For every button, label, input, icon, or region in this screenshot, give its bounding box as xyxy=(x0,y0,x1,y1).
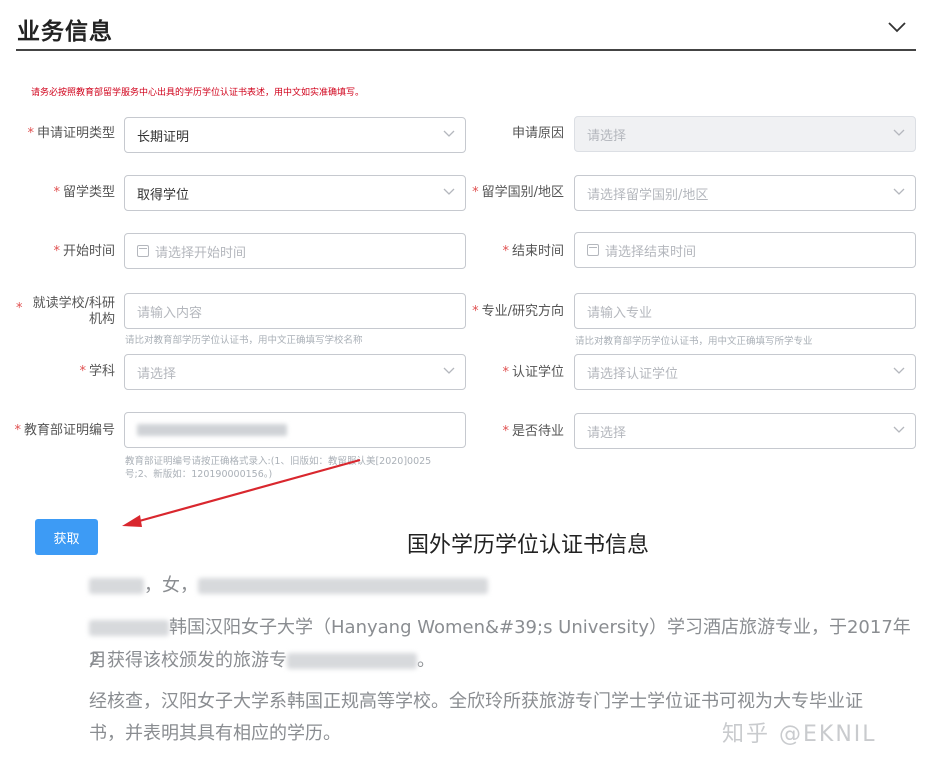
school-placeholder: 请输入内容 xyxy=(137,305,203,321)
major-input[interactable]: 请输入专业 xyxy=(574,293,916,329)
school-input[interactable]: 请输入内容 xyxy=(124,293,466,329)
end-time-placeholder: 请选择结束时间 xyxy=(605,244,697,260)
study-type-select[interactable]: 取得学位 xyxy=(124,175,466,211)
certificate-title: 国外学历学位认证书信息 xyxy=(407,533,650,558)
start-time-label: * 开始时间 xyxy=(53,244,115,259)
start-time-placeholder: 请选择开始时间 xyxy=(155,245,247,261)
major-hint: 请比对教育部学历学位认证书，用中文正确填写所学专业 xyxy=(575,336,813,347)
section-divider xyxy=(16,49,916,51)
study-type-value: 取得学位 xyxy=(137,187,190,203)
start-time-picker[interactable]: 请选择开始时间 xyxy=(124,233,466,269)
degree-placeholder: 请选择认证学位 xyxy=(587,366,679,382)
annotation-arrow-icon xyxy=(122,458,361,527)
chevron-down-icon xyxy=(893,188,905,195)
cert-type-value: 长期证明 xyxy=(137,129,190,145)
section-title: 业务信息 xyxy=(17,19,113,45)
study-country-select[interactable]: 请选择留学国别/地区 xyxy=(574,175,916,211)
school-label: * 就读学校/科研 机构 xyxy=(16,296,115,327)
redacted-info xyxy=(198,578,488,594)
collapse-chevron-icon[interactable] xyxy=(886,20,908,34)
redacted-name xyxy=(89,578,144,594)
degree-select[interactable]: 请选择认证学位 xyxy=(574,354,916,390)
study-type-label: * 留学类型 xyxy=(53,185,115,200)
calendar-icon xyxy=(587,244,599,256)
waiting-select[interactable]: 请选择 xyxy=(574,413,916,449)
cert-type-select[interactable]: 长期证明 xyxy=(124,117,466,153)
notice-text: 请务必按照教育部留学服务中心出具的学历学位认证书表述，用中文如实准确填写。 xyxy=(31,88,365,98)
end-time-label: * 结束时间 xyxy=(502,244,564,259)
chevron-down-icon xyxy=(443,188,455,195)
major-placeholder: 请输入专业 xyxy=(587,305,653,321)
fetch-button[interactable]: 获取 xyxy=(35,519,98,555)
moe-number-input[interactable] xyxy=(124,412,466,448)
subject-select[interactable]: 请选择 xyxy=(124,354,466,390)
watermark: 知乎 @EKNIL xyxy=(722,722,877,747)
chevron-down-icon xyxy=(443,130,455,137)
chevron-down-icon xyxy=(893,426,905,433)
redacted-info xyxy=(89,620,169,636)
certificate-line-1: ，女， xyxy=(89,570,917,602)
waiting-label: * 是否待业 xyxy=(502,424,564,439)
cert-type-label: * 申请证明类型 xyxy=(27,126,115,141)
study-country-placeholder: 请选择留学国别/地区 xyxy=(587,187,709,203)
study-country-label: * 留学国别/地区 xyxy=(472,185,564,200)
chevron-down-icon xyxy=(893,367,905,374)
end-time-picker[interactable]: 请选择结束时间 xyxy=(574,232,916,268)
chevron-down-icon xyxy=(893,129,905,136)
chevron-down-icon xyxy=(443,367,455,374)
degree-label: * 认证学位 xyxy=(502,365,564,380)
apply-reason-placeholder: 请选择 xyxy=(587,128,627,144)
waiting-placeholder: 请选择 xyxy=(587,425,627,441)
certificate-line-3: 月获得该校颁发的旅游专。 xyxy=(89,650,435,671)
school-hint: 请比对教育部学历学位认证书，用中文正确填写学校名称 xyxy=(125,335,363,346)
redacted-number xyxy=(137,424,287,436)
calendar-icon xyxy=(137,245,149,257)
subject-label: * 学科 xyxy=(79,364,115,379)
redacted-info xyxy=(287,653,417,669)
apply-reason-label: 申请原因 xyxy=(511,126,564,141)
subject-placeholder: 请选择 xyxy=(137,366,177,382)
apply-reason-select[interactable]: 请选择 xyxy=(574,116,916,152)
moe-number-label: * 教育部证明编号 xyxy=(14,423,115,438)
certificate-line-4: 经核查，汉阳女子大学系韩国正规高等学校。全欣玲所获旅游专门学士学位证书可视为大专… xyxy=(89,691,863,712)
major-label: * 专业/研究方向 xyxy=(472,304,564,319)
